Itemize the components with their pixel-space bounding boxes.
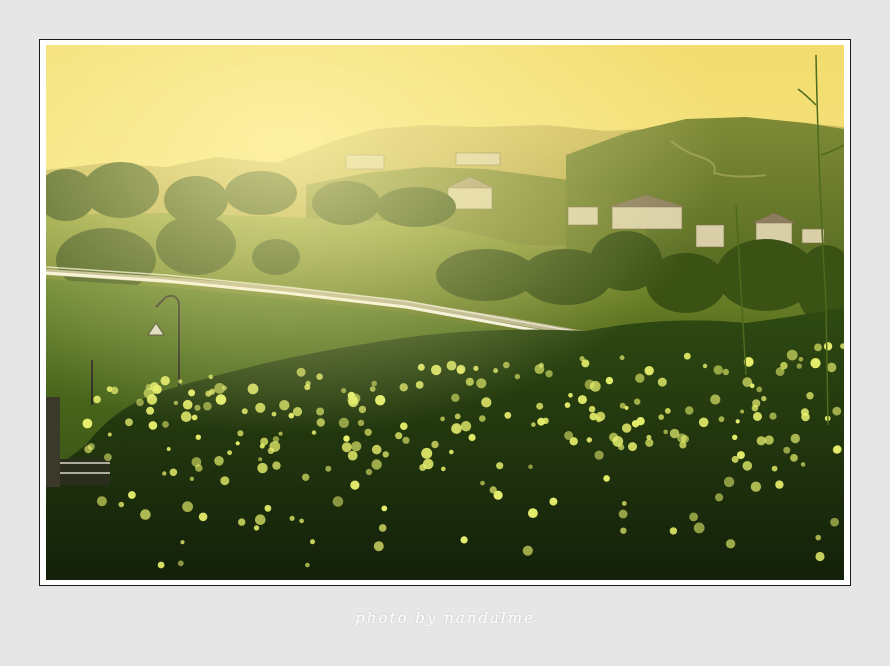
landscape-photo bbox=[46, 45, 844, 580]
photo-credit-watermark: photo by nandalme bbox=[355, 609, 535, 627]
landscape-illustration bbox=[46, 45, 844, 580]
sun-haze bbox=[46, 45, 844, 580]
photo-frame bbox=[39, 39, 851, 586]
